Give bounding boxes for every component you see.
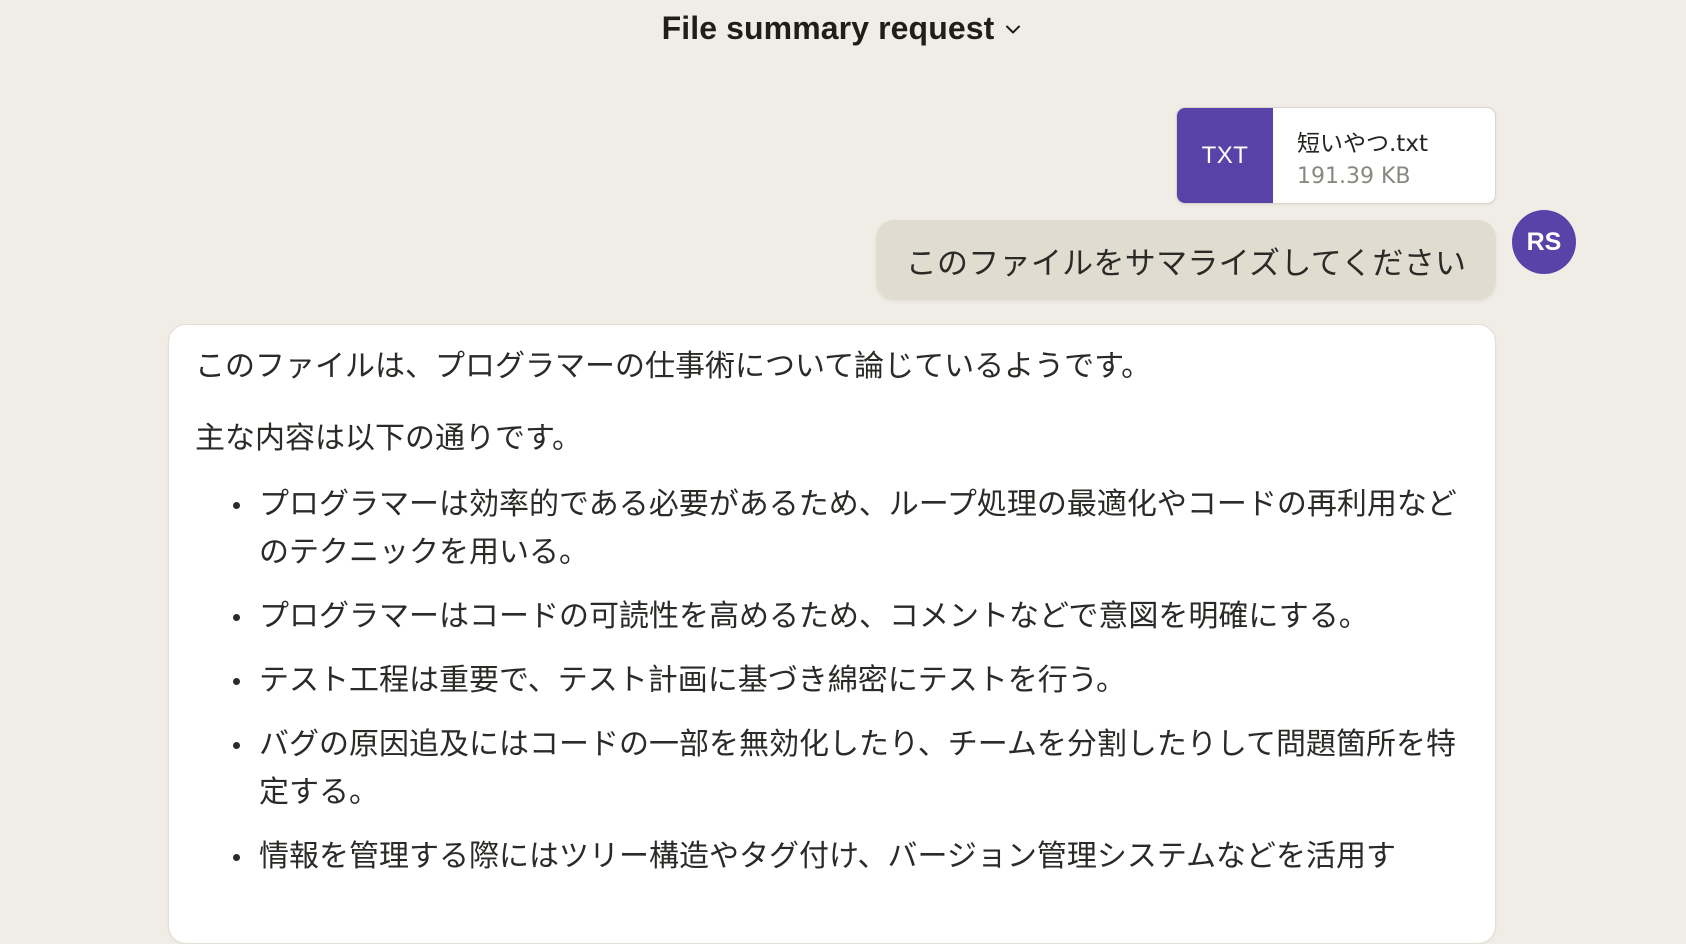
- list-item-text: プログラマーはコードの可読性を高めるため、コメントなどで意図を明確にする。: [259, 599, 1369, 634]
- bullet-icon: [233, 854, 240, 861]
- user-message-bubble: このファイルをサマライズしてください: [876, 220, 1496, 300]
- list-item: プログラマーは効率的である必要があるため、ループ処理の最適化やコードの再利用など…: [233, 481, 1467, 577]
- avatar[interactable]: RS: [1512, 210, 1576, 274]
- chat-title-menu-button[interactable]: File summary request: [662, 10, 1025, 47]
- list-item-text: 情報を管理する際にはツリー構造やタグ付け、バージョン管理システムなどを活用す: [259, 839, 1396, 874]
- chat-header: File summary request: [0, 0, 1686, 60]
- file-name: 短いやつ.txt: [1297, 131, 1428, 157]
- list-item: テスト工程は重要で、テスト計画に基づき綿密にテストを行う。: [233, 657, 1467, 705]
- file-size: 191.39 KB: [1297, 164, 1411, 189]
- chevron-down-icon: [1002, 18, 1024, 40]
- bullet-icon: [233, 502, 240, 509]
- list-item-text: バグの原因追及にはコードの一部を無効化したり、チームを分割したりして問題箇所を特…: [259, 727, 1456, 810]
- assistant-lead-text: 主な内容は以下の通りです。: [195, 421, 582, 456]
- list-item: バグの原因追及にはコードの一部を無効化したり、チームを分割したりして問題箇所を特…: [233, 721, 1467, 817]
- bullet-icon: [233, 742, 240, 749]
- bullet-icon: [233, 614, 240, 621]
- bullet-icon: [233, 678, 240, 685]
- list-item-text: プログラマーは効率的である必要があるため、ループ処理の最適化やコードの再利用など…: [259, 487, 1457, 570]
- assistant-intro-text: このファイルは、プログラマーの仕事術について論じているようです。: [195, 349, 1152, 384]
- list-item-text: テスト工程は重要で、テスト計画に基づき綿密にテストを行う。: [259, 663, 1126, 698]
- summary-list: プログラマーは効率的である必要があるため、ループ処理の最適化やコードの再利用など…: [195, 481, 1467, 881]
- file-meta: 短いやつ.txt 191.39 KB: [1273, 108, 1448, 203]
- list-item: 情報を管理する際にはツリー構造やタグ付け、バージョン管理システムなどを活用す: [233, 833, 1467, 881]
- user-message-text: このファイルをサマライズしてください: [905, 245, 1467, 282]
- assistant-message-bubble: このファイルは、プログラマーの仕事術について論じているようです。 主な内容は以下…: [168, 324, 1496, 944]
- file-type-badge: TXT: [1177, 108, 1273, 203]
- list-item: プログラマーはコードの可読性を高めるため、コメントなどで意図を明確にする。: [233, 593, 1467, 641]
- file-attachment-card[interactable]: TXT 短いやつ.txt 191.39 KB: [1176, 107, 1496, 204]
- chat-title: File summary request: [661, 10, 995, 46]
